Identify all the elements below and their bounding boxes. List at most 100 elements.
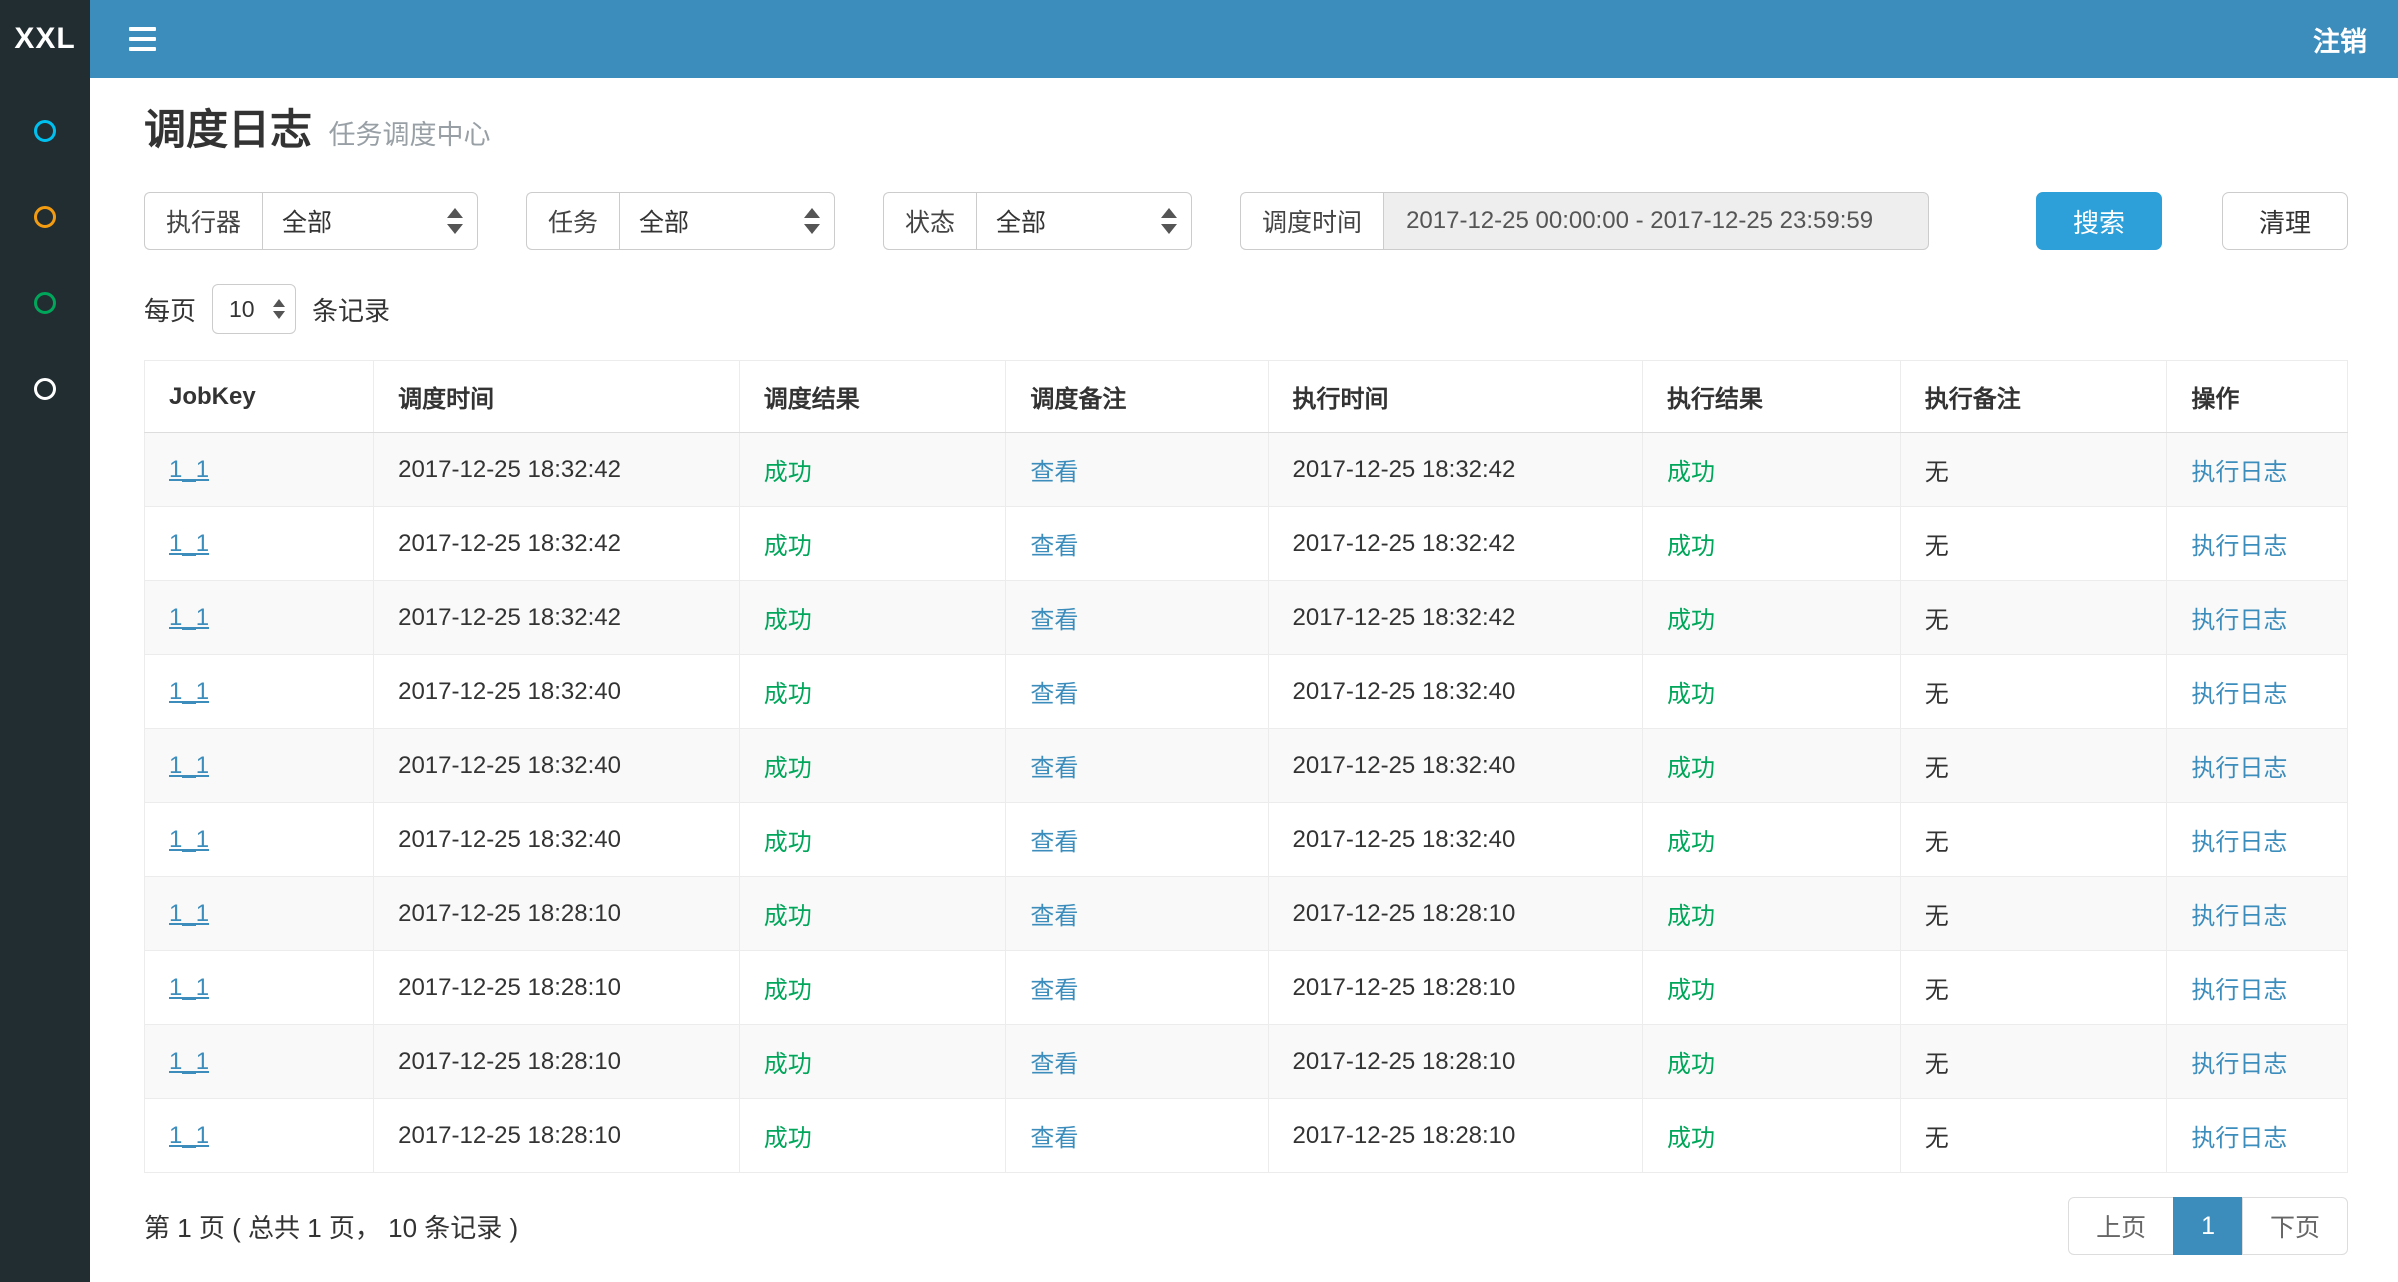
handle-result-text: 成功 <box>1667 903 1715 930</box>
trigger-result-text: 成功 <box>764 1051 812 1078</box>
jobkey-link[interactable]: 1_1 <box>169 974 209 1001</box>
jobkey-link[interactable]: 1_1 <box>169 678 209 705</box>
handle-result-text: 成功 <box>1667 755 1715 782</box>
table-row: 1_1 2017-12-25 18:28:10 成功 查看 2017-12-25… <box>145 1025 2348 1099</box>
sidebar-item[interactable] <box>0 174 90 260</box>
jobkey-link[interactable]: 1_1 <box>169 826 209 853</box>
jobkey-link[interactable]: 1_1 <box>169 456 209 483</box>
current-page-button[interactable]: 1 <box>2173 1197 2243 1255</box>
handle-time-cell: 2017-12-25 18:28:10 <box>1268 951 1643 1025</box>
handle-result-text: 成功 <box>1667 829 1715 856</box>
circle-icon-orange <box>34 206 56 228</box>
execution-log-link[interactable]: 执行日志 <box>2191 607 2287 634</box>
time-range-input[interactable]: 2017-12-25 00:00:00 - 2017-12-25 23:59:5… <box>1383 192 1929 250</box>
trigger-time-cell: 2017-12-25 18:32:42 <box>374 581 740 655</box>
page-size-select[interactable]: 10 <box>212 284 296 334</box>
status-select[interactable]: 全部 <box>976 192 1192 250</box>
jobkey-link[interactable]: 1_1 <box>169 900 209 927</box>
table-row: 1_1 2017-12-25 18:32:42 成功 查看 2017-12-25… <box>145 581 2348 655</box>
trigger-msg-link[interactable]: 查看 <box>1030 607 1078 634</box>
select-stepper-icon <box>273 299 285 319</box>
select-stepper-icon <box>447 208 463 234</box>
next-page-button[interactable]: 下页 <box>2242 1197 2348 1255</box>
trigger-msg-link[interactable]: 查看 <box>1030 1125 1078 1152</box>
execution-log-link[interactable]: 执行日志 <box>2191 533 2287 560</box>
trigger-msg-link[interactable]: 查看 <box>1030 755 1078 782</box>
handle-time-cell: 2017-12-25 18:32:40 <box>1268 803 1643 877</box>
column-header-5[interactable]: 执行结果 <box>1643 361 1901 433</box>
sidebar-item[interactable] <box>0 260 90 346</box>
trigger-result-text: 成功 <box>764 755 812 782</box>
logout-link[interactable]: 注销 <box>2313 20 2367 59</box>
pagination: 上页 1 下页 <box>2068 1197 2348 1255</box>
jobkey-link[interactable]: 1_1 <box>169 530 209 557</box>
trigger-msg-link[interactable]: 查看 <box>1030 903 1078 930</box>
trigger-msg-link[interactable]: 查看 <box>1030 829 1078 856</box>
trigger-msg-link[interactable]: 查看 <box>1030 533 1078 560</box>
table-row: 1_1 2017-12-25 18:32:40 成功 查看 2017-12-25… <box>145 803 2348 877</box>
executor-select[interactable]: 全部 <box>262 192 478 250</box>
status-filter-group: 状态 全部 <box>883 192 1192 250</box>
circle-icon-white <box>34 378 56 400</box>
jobkey-link[interactable]: 1_1 <box>169 752 209 779</box>
executor-select-value: 全部 <box>282 203 332 239</box>
column-header-4[interactable]: 执行时间 <box>1268 361 1643 433</box>
trigger-time-cell: 2017-12-25 18:28:10 <box>374 1025 740 1099</box>
app-logo[interactable]: XXL <box>0 0 90 78</box>
jobkey-link[interactable]: 1_1 <box>169 604 209 631</box>
execution-log-link[interactable]: 执行日志 <box>2191 1051 2287 1078</box>
execution-log-link[interactable]: 执行日志 <box>2191 829 2287 856</box>
table-row: 1_1 2017-12-25 18:32:42 成功 查看 2017-12-25… <box>145 433 2348 507</box>
page-size-value: 10 <box>229 296 255 323</box>
handle-msg-cell: 无 <box>1900 877 2167 951</box>
content-area: 调度日志 任务调度中心 执行器 全部 任务 全部 状态 全部 调度 <box>90 0 2398 1255</box>
sidebar-toggle-icon[interactable] <box>125 19 160 59</box>
trigger-msg-link[interactable]: 查看 <box>1030 681 1078 708</box>
sidebar-item[interactable] <box>0 346 90 432</box>
job-select[interactable]: 全部 <box>619 192 835 250</box>
column-header-7[interactable]: 操作 <box>2167 361 2348 433</box>
execution-log-link[interactable]: 执行日志 <box>2191 459 2287 486</box>
sidebar-item[interactable] <box>0 88 90 174</box>
status-filter-label: 状态 <box>883 192 976 250</box>
search-button[interactable]: 搜索 <box>2036 192 2162 250</box>
page-size-suffix: 条记录 <box>312 291 390 328</box>
clear-button[interactable]: 清理 <box>2222 192 2348 250</box>
trigger-time-filter-group: 调度时间 2017-12-25 00:00:00 - 2017-12-25 23… <box>1240 192 1929 250</box>
handle-time-cell: 2017-12-25 18:32:40 <box>1268 655 1643 729</box>
execution-log-link[interactable]: 执行日志 <box>2191 1125 2287 1152</box>
execution-log-link[interactable]: 执行日志 <box>2191 977 2287 1004</box>
jobkey-link[interactable]: 1_1 <box>169 1122 209 1149</box>
trigger-time-cell: 2017-12-25 18:32:40 <box>374 729 740 803</box>
navbar-main: 注销 <box>90 0 2398 78</box>
select-stepper-icon <box>1161 208 1177 234</box>
execution-log-link[interactable]: 执行日志 <box>2191 903 2287 930</box>
trigger-time-filter-label: 调度时间 <box>1240 192 1383 250</box>
trigger-msg-link[interactable]: 查看 <box>1030 1051 1078 1078</box>
trigger-time-cell: 2017-12-25 18:32:40 <box>374 655 740 729</box>
jobkey-link[interactable]: 1_1 <box>169 1048 209 1075</box>
trigger-result-text: 成功 <box>764 977 812 1004</box>
execution-log-link[interactable]: 执行日志 <box>2191 681 2287 708</box>
table-row: 1_1 2017-12-25 18:28:10 成功 查看 2017-12-25… <box>145 951 2348 1025</box>
column-header-6[interactable]: 执行备注 <box>1900 361 2167 433</box>
job-select-value: 全部 <box>639 203 689 239</box>
trigger-result-text: 成功 <box>764 459 812 486</box>
column-header-1[interactable]: 调度时间 <box>374 361 740 433</box>
page-subtitle: 任务调度中心 <box>328 120 490 150</box>
trigger-msg-link[interactable]: 查看 <box>1030 459 1078 486</box>
handle-msg-cell: 无 <box>1900 655 2167 729</box>
trigger-time-cell: 2017-12-25 18:32:42 <box>374 507 740 581</box>
trigger-result-text: 成功 <box>764 533 812 560</box>
column-header-0[interactable]: JobKey <box>145 361 374 433</box>
job-filter-group: 任务 全部 <box>526 192 835 250</box>
page-size-prefix: 每页 <box>144 291 196 328</box>
trigger-msg-link[interactable]: 查看 <box>1030 977 1078 1004</box>
prev-page-button[interactable]: 上页 <box>2068 1197 2174 1255</box>
column-header-3[interactable]: 调度备注 <box>1006 361 1268 433</box>
trigger-result-text: 成功 <box>764 903 812 930</box>
handle-time-cell: 2017-12-25 18:28:10 <box>1268 1025 1643 1099</box>
execution-log-link[interactable]: 执行日志 <box>2191 755 2287 782</box>
log-table: JobKey调度时间调度结果调度备注执行时间执行结果执行备注操作 1_1 201… <box>144 360 2348 1173</box>
column-header-2[interactable]: 调度结果 <box>739 361 1006 433</box>
